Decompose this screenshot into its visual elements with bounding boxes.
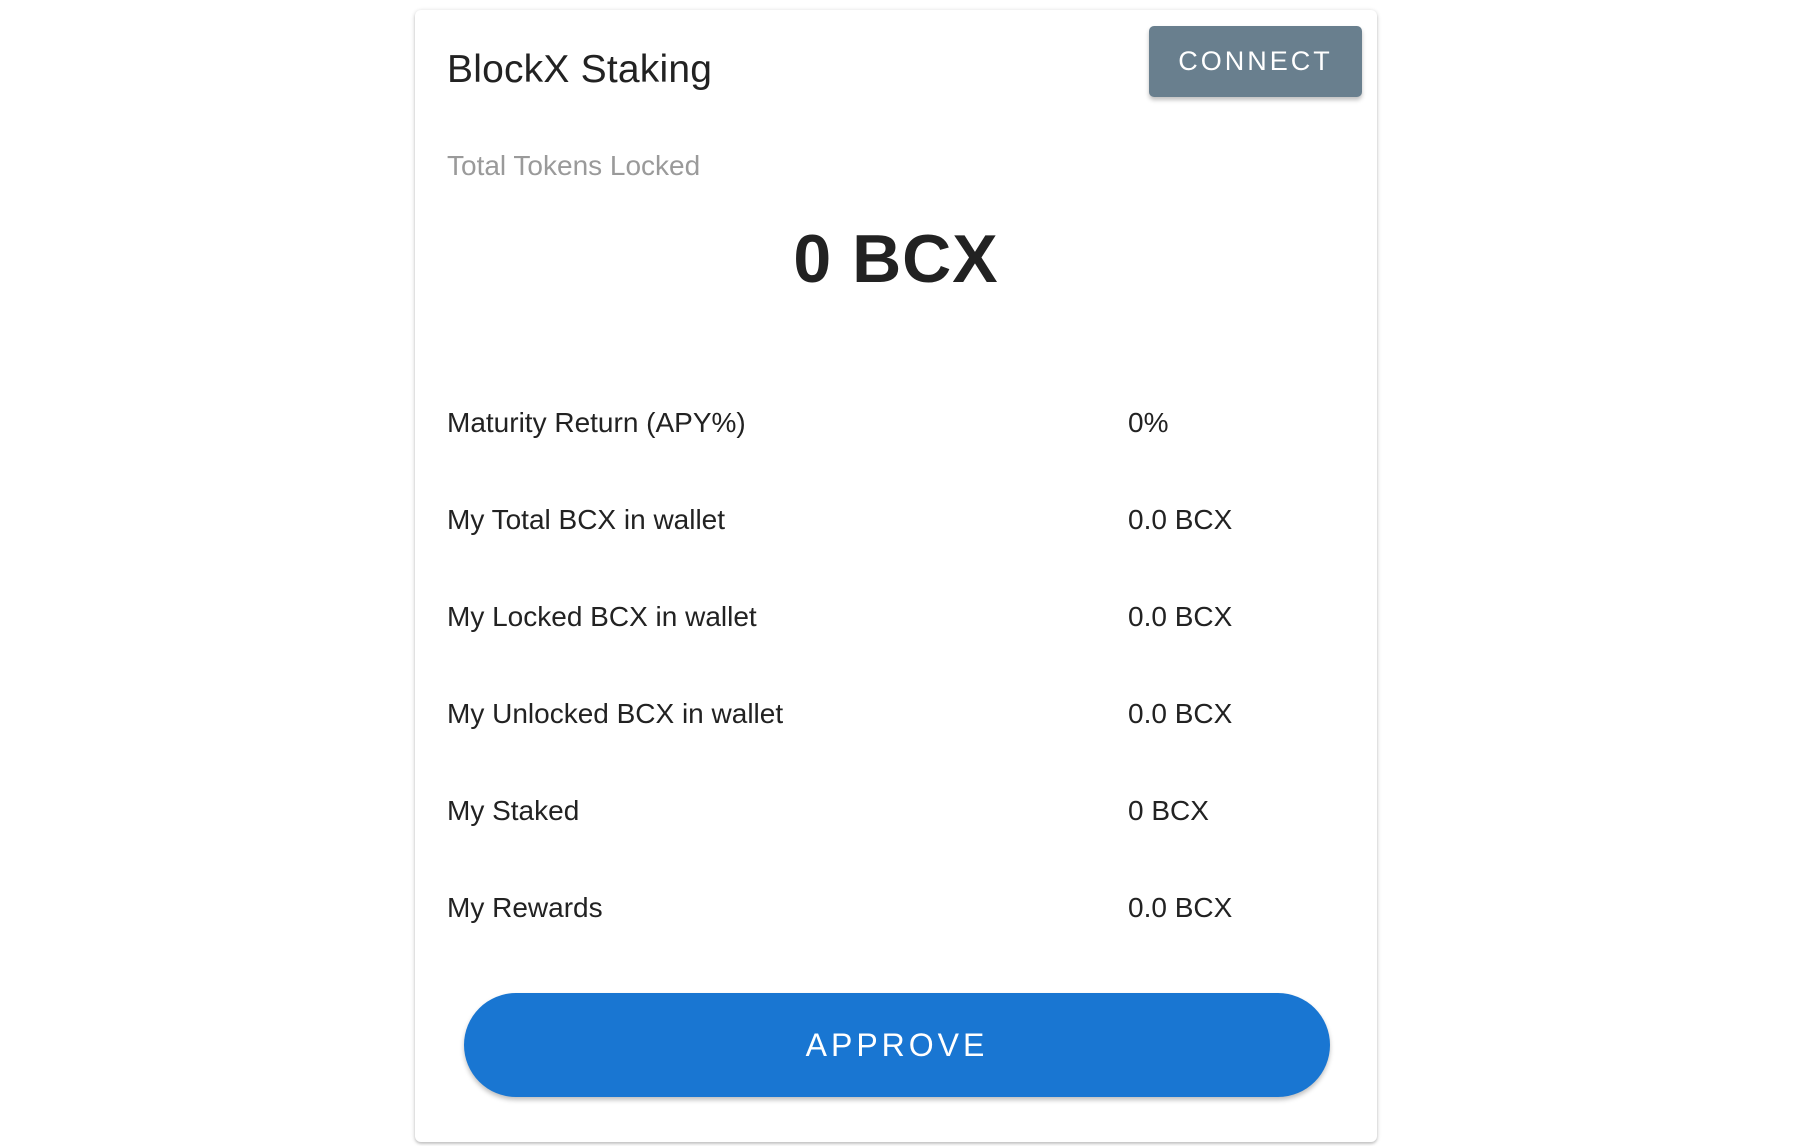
stat-value: 0.0 BCX bbox=[1128, 698, 1233, 729]
total-locked-label: Total Tokens Locked bbox=[447, 150, 701, 181]
app-title: BlockX Staking bbox=[447, 48, 713, 91]
stat-row-rewards: My Rewards 0.0 BCX bbox=[447, 892, 1347, 932]
stat-row-staked: My Staked 0 BCX bbox=[447, 795, 1347, 835]
stat-value: 0 BCX bbox=[1128, 795, 1209, 826]
total-locked-value: 0 BCX bbox=[793, 221, 999, 297]
stat-row-unlocked-wallet: My Unlocked BCX in wallet 0.0 BCX bbox=[447, 698, 1347, 738]
stat-label: Maturity Return (APY%) bbox=[447, 407, 746, 438]
stat-label: My Unlocked BCX in wallet bbox=[447, 698, 784, 729]
stat-value: 0.0 BCX bbox=[1128, 892, 1233, 923]
stat-value: 0.0 BCX bbox=[1128, 601, 1233, 632]
approve-button[interactable]: APPROVE bbox=[464, 993, 1330, 1097]
stat-row-apy: Maturity Return (APY%) 0% bbox=[447, 407, 1347, 447]
stat-label: My Rewards bbox=[447, 892, 603, 923]
stat-value: 0.0 BCX bbox=[1128, 504, 1233, 535]
stat-row-total-wallet: My Total BCX in wallet 0.0 BCX bbox=[447, 504, 1347, 544]
stat-label: My Locked BCX in wallet bbox=[447, 601, 757, 632]
stat-value: 0% bbox=[1128, 407, 1169, 438]
stat-label: My Total BCX in wallet bbox=[447, 504, 726, 535]
staking-card: BlockX Staking CONNECT Total Tokens Lock… bbox=[415, 10, 1377, 1142]
connect-button[interactable]: CONNECT bbox=[1149, 26, 1362, 97]
stat-label: My Staked bbox=[447, 795, 580, 826]
stat-row-locked-wallet: My Locked BCX in wallet 0.0 BCX bbox=[447, 601, 1347, 641]
